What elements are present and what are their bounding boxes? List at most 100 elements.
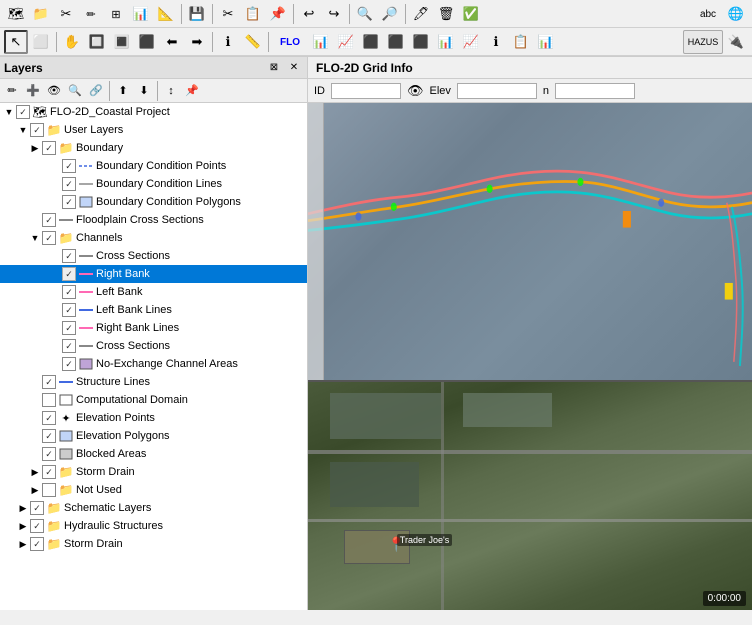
bc-polygons-item[interactable]: ▶ Boundary Condition Polygons — [0, 193, 307, 211]
hydraulic-struct-item[interactable]: ▶ 📁 Hydraulic Structures — [0, 517, 307, 535]
layer-sort-btn[interactable]: ↕ — [161, 81, 181, 101]
ch-xs2-item[interactable]: ▶ Cross Sections — [0, 337, 307, 355]
epoly-checkbox[interactable] — [42, 429, 56, 443]
tb-globe[interactable]: 🌐 — [724, 2, 748, 26]
elev-points-item[interactable]: ▶ ✦ Elevation Points — [0, 409, 307, 427]
cd-checkbox[interactable] — [42, 393, 56, 407]
structure-lines-item[interactable]: ▶ Structure Lines — [0, 373, 307, 391]
tb-zoomin[interactable]: 🔍 — [353, 2, 377, 26]
tb-zoomout[interactable]: 🔎 — [378, 2, 402, 26]
sd-r-expand[interactable]: ▶ — [16, 537, 30, 551]
right-bank-lines-item[interactable]: ▶ Right Bank Lines — [0, 319, 307, 337]
boundary-item[interactable]: ▶ 📁 Boundary — [0, 139, 307, 157]
sch-checkbox[interactable] — [30, 501, 44, 515]
bc-points-item[interactable]: ▶ Boundary Condition Points — [0, 157, 307, 175]
channels-item[interactable]: ▼ 📁 Channels — [0, 229, 307, 247]
eye-icon[interactable]: 👁 — [407, 83, 424, 99]
ch-xs-checkbox[interactable] — [62, 249, 76, 263]
tb2-measure2[interactable]: 📏 — [241, 30, 265, 54]
tb-copy[interactable]: 📋 — [241, 2, 265, 26]
tb-abc[interactable]: abc — [693, 2, 723, 26]
tb2-flo2d-3[interactable]: 📈 — [334, 30, 358, 54]
tb-draw[interactable]: ✏ — [79, 2, 103, 26]
tb-redo[interactable]: ↪ — [322, 2, 346, 26]
tb-undo[interactable]: ↩ — [297, 2, 321, 26]
tb2-flo2d-2[interactable]: 📊 — [309, 30, 333, 54]
tb2-select[interactable]: ↖ — [4, 30, 28, 54]
layer-down-btn[interactable]: ⬇ — [134, 81, 154, 101]
tb-measure[interactable]: 📐 — [154, 2, 178, 26]
tb2-flo2d-4[interactable]: ⬛ — [359, 30, 383, 54]
tb-check[interactable]: ✅ — [459, 2, 483, 26]
nu-checkbox[interactable] — [42, 483, 56, 497]
hs-checkbox[interactable] — [30, 519, 44, 533]
lbl-checkbox[interactable] — [62, 303, 76, 317]
tb-open[interactable]: 📁 — [29, 2, 53, 26]
tb2-box[interactable]: ⬜ — [29, 30, 53, 54]
user-layers-item[interactable]: ▼ 📁 User Layers — [0, 121, 307, 139]
map-top[interactable] — [308, 103, 752, 382]
tb2-identify[interactable]: ℹ — [216, 30, 240, 54]
ch-xs-item[interactable]: ▶ Cross Sections — [0, 247, 307, 265]
floodplain-xs-checkbox[interactable] — [42, 213, 56, 227]
sd-u-checkbox[interactable] — [42, 465, 56, 479]
bc-lines-checkbox[interactable] — [62, 177, 76, 191]
boundary-expand[interactable]: ▶ — [28, 141, 42, 155]
layer-pin-btn[interactable]: 📌 — [182, 81, 202, 101]
tb-new[interactable]: 🗺 — [4, 2, 28, 26]
nec-checkbox[interactable] — [62, 357, 76, 371]
elev-polygons-item[interactable]: ▶ Elevation Polygons — [0, 427, 307, 445]
tb2-zoom-select[interactable]: ⬛ — [135, 30, 159, 54]
ep-checkbox[interactable] — [42, 411, 56, 425]
hs-expand[interactable]: ▶ — [16, 519, 30, 533]
not-used-item[interactable]: ▶ 📁 Not Used — [0, 481, 307, 499]
tb-chart[interactable]: 📊 — [129, 2, 153, 26]
layer-add-btn[interactable]: ➕ — [23, 81, 43, 101]
n-input[interactable] — [555, 83, 635, 99]
left-bank-item[interactable]: ▶ Left Bank — [0, 283, 307, 301]
bc-points-checkbox[interactable] — [62, 159, 76, 173]
bc-polygons-checkbox[interactable] — [62, 195, 76, 209]
map-bottom[interactable]: 📍 Trader Joe's 0:00:00 — [308, 382, 752, 610]
tb2-zoom-extent[interactable]: 🔲 — [85, 30, 109, 54]
bc-lines-item[interactable]: ▶ Boundary Condition Lines — [0, 175, 307, 193]
root-expand[interactable]: ▼ — [2, 105, 16, 119]
tb2-flo2d-5[interactable]: ⬛ — [384, 30, 408, 54]
ba-checkbox[interactable] — [42, 447, 56, 461]
tb-delete[interactable]: 🗑 — [434, 2, 458, 26]
tb2-flo2d-6[interactable]: ⬛ — [409, 30, 433, 54]
sch-expand[interactable]: ▶ — [16, 501, 30, 515]
rbl-checkbox[interactable] — [62, 321, 76, 335]
layers-close-btn[interactable]: ✕ — [285, 59, 303, 77]
tb-save[interactable]: 💾 — [185, 2, 209, 26]
left-bank-lines-item[interactable]: ▶ Left Bank Lines — [0, 301, 307, 319]
right-bank-checkbox[interactable] — [62, 267, 76, 281]
tb-scissor[interactable]: ✂ — [216, 2, 240, 26]
tb2-flo2d-11[interactable]: 📊 — [534, 30, 558, 54]
channels-expand[interactable]: ▼ — [28, 231, 42, 245]
layer-filter-btn[interactable]: 🔍 — [65, 81, 85, 101]
tb2-prev-extent[interactable]: ⬅ — [160, 30, 184, 54]
layer-up-btn[interactable]: ⬆ — [113, 81, 133, 101]
tb2-flo2d-8[interactable]: 📈 — [459, 30, 483, 54]
tree-root[interactable]: ▼ 🗺 FLO-2D_Coastal Project — [0, 103, 307, 121]
tb2-next-extent[interactable]: ➡ — [185, 30, 209, 54]
schematic-layers-item[interactable]: ▶ 📁 Schematic Layers — [0, 499, 307, 517]
tb-edit2[interactable]: 🖊 — [409, 2, 433, 26]
id-input[interactable] — [331, 83, 401, 99]
tb-paste[interactable]: 📌 — [266, 2, 290, 26]
elev-input[interactable] — [457, 83, 537, 99]
sl-checkbox[interactable] — [42, 375, 56, 389]
tb2-plugin[interactable]: 🔌 — [724, 30, 748, 54]
comp-domain-item[interactable]: ▶ Computational Domain — [0, 391, 307, 409]
user-layers-expand[interactable]: ▼ — [16, 123, 30, 137]
layer-eye-btn[interactable]: 👁 — [44, 81, 64, 101]
left-bank-checkbox[interactable] — [62, 285, 76, 299]
tb2-flo2d-10[interactable]: 📋 — [509, 30, 533, 54]
tb2-flo2d-9[interactable]: ℹ — [484, 30, 508, 54]
root-checkbox[interactable] — [16, 105, 30, 119]
no-exchange-item[interactable]: ▶ No-Exchange Channel Areas — [0, 355, 307, 373]
floodplain-xs-item[interactable]: ▶ Floodplain Cross Sections — [0, 211, 307, 229]
tb-grid[interactable]: ⊞ — [104, 2, 128, 26]
tb2-hazus[interactable]: HAZUS — [683, 30, 723, 54]
